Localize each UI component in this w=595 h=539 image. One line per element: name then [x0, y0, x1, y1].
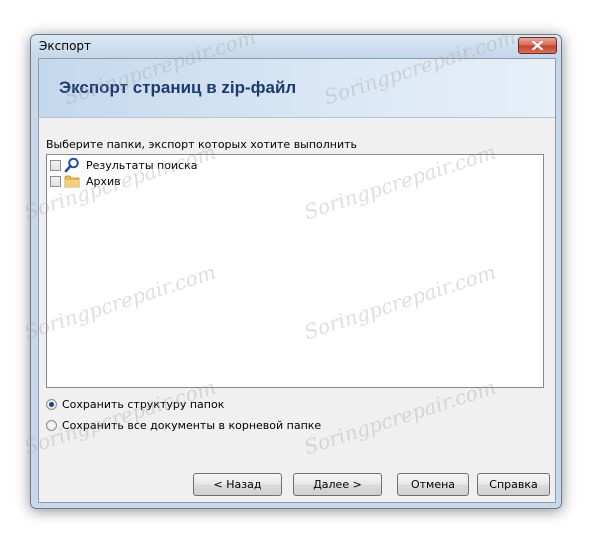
- back-button[interactable]: < Назад: [193, 473, 282, 496]
- option-root-folder[interactable]: Сохранить все документы в корневой папке: [46, 417, 321, 433]
- folder-list[interactable]: Результаты поиска Архив: [46, 154, 544, 388]
- option-label: Сохранить все документы в корневой папке: [62, 418, 322, 432]
- list-item-archive[interactable]: Архив: [50, 173, 121, 189]
- option-keep-structure[interactable]: Сохранить структуру папок: [46, 396, 224, 412]
- checkbox-search-results[interactable]: [50, 159, 61, 171]
- export-dialog: Экспорт Экспорт страниц в zip-файл Выбер…: [30, 34, 562, 509]
- dialog-client-area: Экспорт страниц в zip-файл Выберите папк…: [38, 58, 556, 503]
- checkbox-archive[interactable]: [50, 175, 61, 187]
- title-bar[interactable]: Экспорт: [31, 35, 561, 58]
- list-item-search-results[interactable]: Результаты поиска: [50, 157, 198, 173]
- search-icon: [64, 157, 79, 173]
- list-item-label: Архив: [86, 174, 121, 188]
- instruction-label: Выберите папки, экспорт которых хотите в…: [46, 138, 358, 151]
- close-button[interactable]: [518, 37, 557, 54]
- cancel-button[interactable]: Отмена: [397, 473, 469, 496]
- wizard-header: Экспорт страниц в zip-файл: [39, 59, 555, 118]
- list-item-label: Результаты поиска: [86, 158, 198, 172]
- next-button[interactable]: Далее >: [293, 473, 382, 496]
- window-title: Экспорт: [39, 39, 92, 53]
- help-button[interactable]: Справка: [477, 473, 550, 496]
- folder-icon: [64, 175, 80, 188]
- radio-root-folder[interactable]: [46, 419, 57, 431]
- close-icon: [532, 41, 543, 50]
- page-title: Экспорт страниц в zip-файл: [59, 78, 297, 97]
- option-label: Сохранить структуру папок: [62, 397, 225, 411]
- radio-keep-structure[interactable]: [46, 398, 57, 410]
